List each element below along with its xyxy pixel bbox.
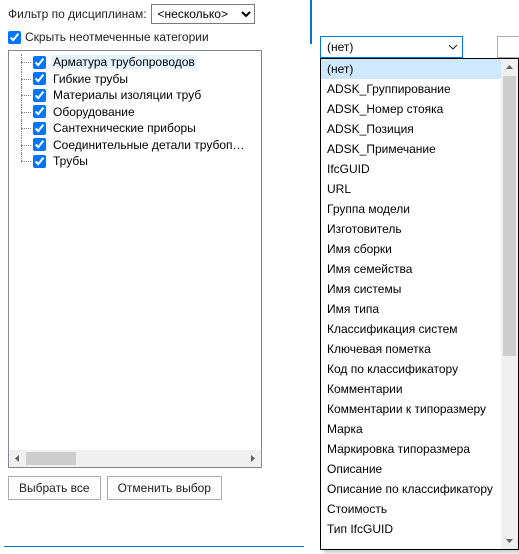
hide-unchecked-checkbox[interactable]: [8, 31, 21, 44]
tree-item[interactable]: Сантехнические приборы: [9, 120, 261, 137]
category-label: Оборудование: [51, 105, 137, 119]
right-panel: (нет) (нет)ADSK_ГруппированиеADSK_Номер …: [316, 0, 519, 554]
deselect-button[interactable]: Отменить выбор: [107, 476, 222, 500]
category-checkbox[interactable]: [33, 105, 46, 118]
tree-item[interactable]: Трубы: [9, 153, 261, 170]
category-label: Сантехнические приборы: [51, 121, 198, 135]
tree-item[interactable]: Материалы изоляции труб: [9, 87, 261, 104]
dropdown-option[interactable]: Код по классификатору: [321, 359, 501, 379]
dropdown-option[interactable]: Классификация систем: [321, 319, 501, 339]
dropdown-option[interactable]: Тип IfcGUID: [321, 519, 501, 539]
dropdown-option[interactable]: Стоимость: [321, 499, 501, 519]
category-label: Гибкие трубы: [51, 72, 130, 86]
scroll-down-arrow-icon[interactable]: [501, 532, 518, 549]
tree-item[interactable]: Гибкие трубы: [9, 71, 261, 88]
dropdown-option[interactable]: Изготовитель: [321, 219, 501, 239]
chevron-down-icon: [448, 42, 458, 52]
tree-connector-icon: [13, 137, 31, 153]
dropdown-value: (нет): [327, 40, 353, 54]
select-all-button[interactable]: Выбрать все: [8, 476, 101, 500]
tree-item[interactable]: Оборудование: [9, 104, 261, 121]
dropdown-option[interactable]: URL: [321, 179, 501, 199]
dropdown-option[interactable]: IfcGUID: [321, 159, 501, 179]
dropdown-option[interactable]: Комментарии к типоразмеру: [321, 399, 501, 419]
dropdown-option[interactable]: ADSK_Группирование: [321, 79, 501, 99]
category-checkbox[interactable]: [33, 155, 46, 168]
dropdown-option[interactable]: Имя системы: [321, 279, 501, 299]
dropdown-option[interactable]: ADSK_Позиция: [321, 119, 501, 139]
category-checkbox[interactable]: [33, 56, 46, 69]
tree-connector-icon: [13, 71, 31, 87]
category-tree[interactable]: Арматура трубопроводов Гибкие трубы Матери…: [8, 50, 262, 468]
horizontal-scrollbar[interactable]: [9, 450, 261, 467]
tree-connector-icon: [13, 54, 31, 70]
scrollbar-thumb[interactable]: [503, 76, 516, 356]
property-dropdown-list[interactable]: (нет)ADSK_ГруппированиеADSK_Номер стояка…: [320, 58, 519, 550]
dropdown-scrollbar[interactable]: [501, 59, 518, 549]
scroll-right-arrow-icon[interactable]: [244, 450, 261, 467]
tree-connector-icon: [13, 87, 31, 103]
category-checkbox[interactable]: [33, 138, 46, 151]
dropdown-option[interactable]: Маркировка типоразмера: [321, 439, 501, 459]
property-dropdown[interactable]: (нет): [320, 36, 463, 58]
scroll-left-arrow-icon[interactable]: [9, 450, 26, 467]
discipline-filter-select[interactable]: <несколько>: [151, 4, 255, 24]
dropdown-option[interactable]: Марка: [321, 419, 501, 439]
vertical-separator: [310, 0, 312, 44]
filter-label: Фильтр по дисциплинам:: [8, 7, 147, 21]
category-checkbox[interactable]: [33, 122, 46, 135]
category-checkbox[interactable]: [33, 72, 46, 85]
left-panel: Фильтр по дисциплинам: <несколько> Скрыт…: [0, 0, 310, 554]
category-label: Соединительные детали трубопрово...: [51, 138, 251, 152]
dropdown-option[interactable]: Описание: [321, 459, 501, 479]
button-row: Выбрать все Отменить выбор: [8, 476, 302, 500]
tree-item[interactable]: Арматура трубопроводов: [9, 54, 261, 71]
dropdown-option[interactable]: Имя сборки: [321, 239, 501, 259]
category-label: Материалы изоляции труб: [51, 88, 203, 102]
hide-unchecked-row: Скрыть неотмеченные категории: [8, 30, 302, 44]
scrollbar-thumb[interactable]: [26, 452, 76, 465]
adjacent-button[interactable]: [497, 36, 519, 58]
tree-connector-icon: [13, 120, 31, 136]
dropdown-option[interactable]: Имя типа: [321, 299, 501, 319]
tree-connector-icon: [13, 153, 31, 169]
dropdown-option[interactable]: Имя семейства: [321, 259, 501, 279]
category-checkbox[interactable]: [33, 89, 46, 102]
dropdown-option[interactable]: Ключевая пометка: [321, 339, 501, 359]
category-label: Трубы: [51, 154, 90, 168]
dropdown-option[interactable]: ADSK_Номер стояка: [321, 99, 501, 119]
panel-divider: [4, 546, 304, 547]
filter-row: Фильтр по дисциплинам: <несколько>: [8, 4, 302, 24]
category-label: Арматура трубопроводов: [51, 55, 197, 69]
dropdown-option[interactable]: Группа модели: [321, 199, 501, 219]
dropdown-option[interactable]: Описание по классификатору: [321, 479, 501, 499]
hide-unchecked-label: Скрыть неотмеченные категории: [25, 30, 209, 44]
tree-connector-icon: [13, 104, 31, 120]
scroll-up-arrow-icon[interactable]: [501, 59, 518, 76]
dropdown-option[interactable]: (нет): [321, 59, 501, 79]
tree-item[interactable]: Соединительные детали трубопрово...: [9, 137, 261, 154]
dropdown-option[interactable]: ADSK_Примечание: [321, 139, 501, 159]
dropdown-option[interactable]: Комментарии: [321, 379, 501, 399]
